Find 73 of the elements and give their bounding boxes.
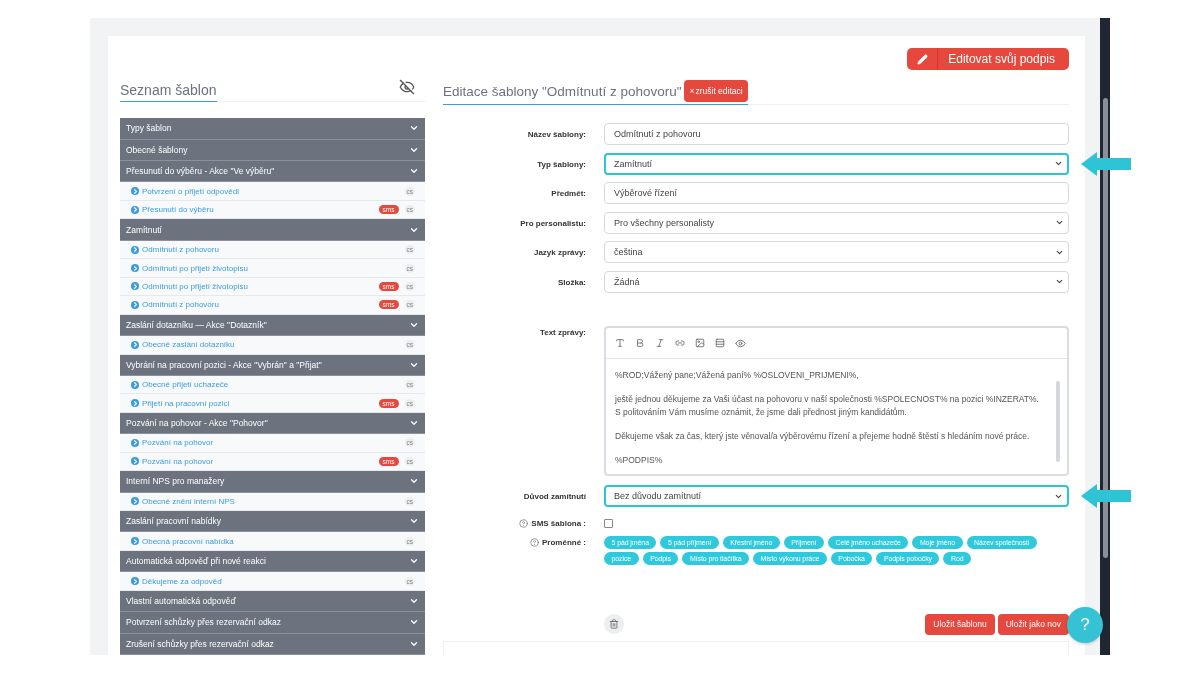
group-header[interactable]: Potvrzení schůzky přes rezervační odkaz — [120, 612, 425, 634]
hide-icon[interactable] — [399, 79, 415, 96]
panel-title: Seznam šablon — [120, 82, 217, 103]
table-icon[interactable] — [715, 338, 725, 348]
help-icon — [519, 519, 529, 528]
group-header[interactable]: Typy šablon — [120, 118, 425, 140]
input-field[interactable]: Výběrové řízení — [604, 182, 1069, 204]
select-field[interactable]: Zamítnutí — [604, 152, 1069, 175]
bullet-icon — [131, 577, 139, 586]
group-header[interactable]: Zaslání pracovní nabídky — [120, 511, 425, 533]
bullet-icon — [131, 537, 139, 546]
field-label: SMS šablona : — [519, 517, 586, 528]
select-field[interactable]: čeština — [604, 241, 1069, 263]
cancel-edit-button[interactable]: ×zrušit editaci — [684, 80, 748, 102]
field-label: Název šablony: — [527, 129, 586, 139]
save-button[interactable]: Uložit jako nov — [997, 613, 1069, 635]
group-header[interactable]: Přesunutí do výběru - Akce "Ve výběru" — [120, 161, 425, 183]
group-header[interactable]: Interní NPS pro manažery — [120, 471, 425, 493]
bullet-icon — [131, 187, 139, 196]
italic-icon[interactable] — [655, 338, 665, 348]
bold-icon[interactable] — [635, 338, 645, 348]
bullet-icon — [131, 457, 139, 466]
editor-title: Editace šablony "Odmítnutí z pohovoru" — [443, 83, 682, 99]
bullet-icon — [131, 300, 139, 309]
bullet-icon — [131, 340, 139, 349]
field-label: Jazyk zprávy: — [533, 247, 586, 257]
image-icon[interactable] — [695, 338, 705, 348]
checkbox[interactable] — [604, 519, 613, 528]
bullet-icon — [131, 264, 139, 272]
bullet-icon — [131, 205, 139, 214]
select-field[interactable]: Pro všechny personalisty — [604, 211, 1069, 234]
message-paragraph: ještě jednou děkujeme za Vaši účast na pohovoru v naší společnosti %SPOLECNOST% na pozici %INZERAT%. S politováním Vám musíme oznámit, že jsme dali přednost jiným kandidátům. — [615, 393, 1040, 419]
group-header[interactable]: Zamítnutí — [120, 219, 425, 241]
bullet-icon — [131, 399, 139, 408]
delete-button[interactable] — [604, 614, 624, 634]
scrollbar[interactable] — [1100, 18, 1110, 655]
select-field[interactable]: Žádná — [604, 270, 1069, 293]
help-icon — [530, 538, 539, 547]
field-label: Předmět: — [551, 188, 586, 198]
message-paragraph: %ROD;Vážený pane;Vážená paní% %OSLOVENI_PRIJMENI%, — [615, 369, 860, 382]
group-header[interactable]: Vybrání na pracovní pozici - Akce "Vybrán" a "Přijat" — [120, 354, 425, 376]
group-header[interactable]: Vlastní automatická odpověď — [120, 590, 425, 613]
caret-icon — [1055, 218, 1064, 227]
field-label: Text zprávy: — [539, 327, 586, 337]
message-paragraph: %PODPIS% — [615, 454, 664, 467]
message-editor[interactable] — [604, 326, 1069, 476]
caret-icon — [1054, 159, 1063, 168]
link-icon[interactable] — [675, 338, 685, 348]
field-label: Pro personalistu: — [520, 217, 586, 228]
group-header[interactable]: Obecné šablony — [120, 139, 425, 162]
field-label: Důvod zamítnutí — [523, 491, 586, 501]
save-button[interactable]: Uložit šablonu — [925, 613, 995, 635]
group-header[interactable]: Zaslání dotazníku — Akce "Dotazník" — [120, 314, 425, 337]
bullet-icon — [131, 380, 139, 389]
group-header[interactable]: Automatická odpověď při nové reakci — [120, 550, 425, 573]
edit-signature-button[interactable]: Editovat svůj podpis — [907, 48, 1069, 70]
trash-icon — [609, 619, 619, 629]
group-header[interactable]: Pozvání na pohovor - Akce "Pohovor" — [120, 412, 425, 435]
field-label: Typ šablony: — [537, 158, 586, 169]
input-field[interactable]: Odmítnutí z pohovoru — [604, 123, 1069, 145]
pencil-icon — [916, 53, 928, 65]
bullet-icon — [131, 439, 139, 447]
field-label: Složka: — [558, 276, 586, 287]
bullet-icon — [131, 245, 139, 254]
select-field[interactable]: Bez důvodu zamítnutí — [604, 485, 1069, 507]
group-header[interactable]: Zrušení schůzky přes rezervační odkaz — [120, 633, 425, 655]
caret-icon — [1055, 277, 1064, 286]
preview-icon[interactable] — [735, 337, 746, 349]
text-format-icon[interactable] — [615, 338, 625, 348]
field-label: Proměnné : — [530, 536, 586, 547]
bullet-icon — [131, 497, 139, 506]
message-paragraph: Děkujeme však za čas, který jste věnoval/a výběrovému řízení a přejeme hodně štěstí s hledáním nové práce. — [615, 430, 1031, 443]
bullet-icon — [131, 282, 139, 291]
